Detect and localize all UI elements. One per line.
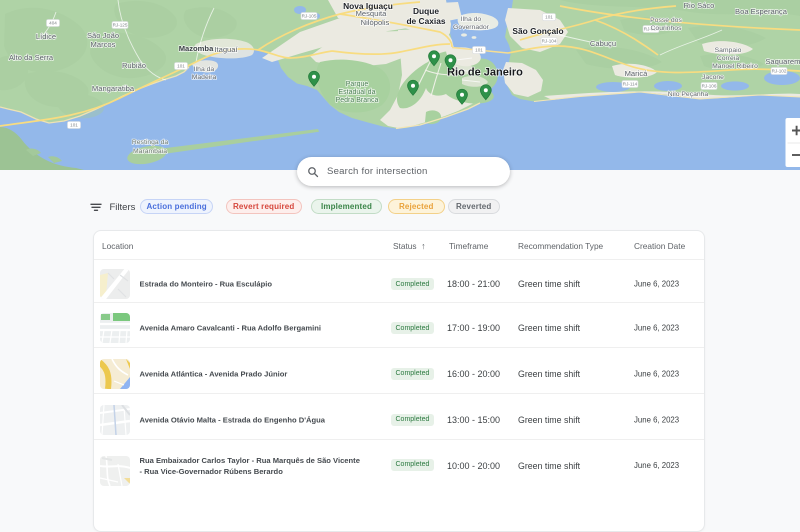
svg-text:Alto da Serra: Alto da Serra [9,53,54,62]
svg-text:Courinhos: Courinhos [651,25,683,32]
svg-text:Posse dos: Posse dos [650,17,682,24]
svg-text:Jacone: Jacone [702,74,724,81]
svg-text:Ilha da: Ilha da [194,66,215,73]
svg-text:Sampaio: Sampaio [715,47,742,54]
svg-text:Pedra Branca: Pedra Branca [336,97,379,104]
svg-text:Parque: Parque [346,81,369,88]
svg-text:Itaguaí: Itaguaí [214,45,238,54]
svg-text:Estadual da: Estadual da [339,89,376,96]
svg-text:101: 101 [545,15,553,20]
svg-text:Restinga da: Restinga da [132,139,168,146]
svg-text:Marcos: Marcos [91,40,116,49]
svg-text:Rio de Janeiro: Rio de Janeiro [447,67,523,79]
svg-text:RJ-106: RJ-106 [702,84,717,89]
svg-text:Saquarema: Saquarema [765,57,800,66]
svg-text:de Caxias: de Caxias [406,16,445,26]
svg-text:Rubião: Rubião [122,61,146,70]
svg-text:Lídice: Lídice [36,32,56,41]
svg-text:Madeira: Madeira [192,74,217,81]
svg-text:RJ-125: RJ-125 [113,23,128,28]
svg-text:RJ-114: RJ-114 [623,82,638,87]
svg-text:Nova Iguaçu: Nova Iguaçu [343,1,393,11]
svg-text:Nilo Peçanha: Nilo Peçanha [668,91,709,98]
svg-text:Maricá: Maricá [625,69,649,78]
svg-text:101: 101 [70,123,78,128]
svg-text:404: 404 [49,21,57,26]
svg-text:Rio Sáco: Rio Sáco [684,1,715,10]
svg-text:Governador: Governador [453,24,490,31]
svg-text:Nilópolis: Nilópolis [361,18,390,27]
svg-text:Cabuçu: Cabuçu [590,39,616,48]
svg-text:Mazomba: Mazomba [179,44,214,53]
svg-text:Mangaratiba: Mangaratiba [92,84,135,93]
svg-text:RJ-102: RJ-102 [772,69,787,74]
svg-text:Boa Esperança: Boa Esperança [735,7,788,16]
svg-text:Duque: Duque [413,6,439,16]
svg-text:RJ-104: RJ-104 [542,39,557,44]
svg-text:101: 101 [177,64,185,69]
svg-text:RJ-105: RJ-105 [302,14,317,19]
svg-text:Correia: Correia [717,55,740,62]
svg-text:Marambaia: Marambaia [133,148,167,155]
svg-text:São Gonçalo: São Gonçalo [512,26,563,36]
svg-text:Ilha do: Ilha do [461,16,482,23]
svg-text:Manoel Ribeiro: Manoel Ribeiro [712,63,758,70]
svg-text:São João: São João [87,31,119,40]
svg-text:101: 101 [475,48,483,53]
